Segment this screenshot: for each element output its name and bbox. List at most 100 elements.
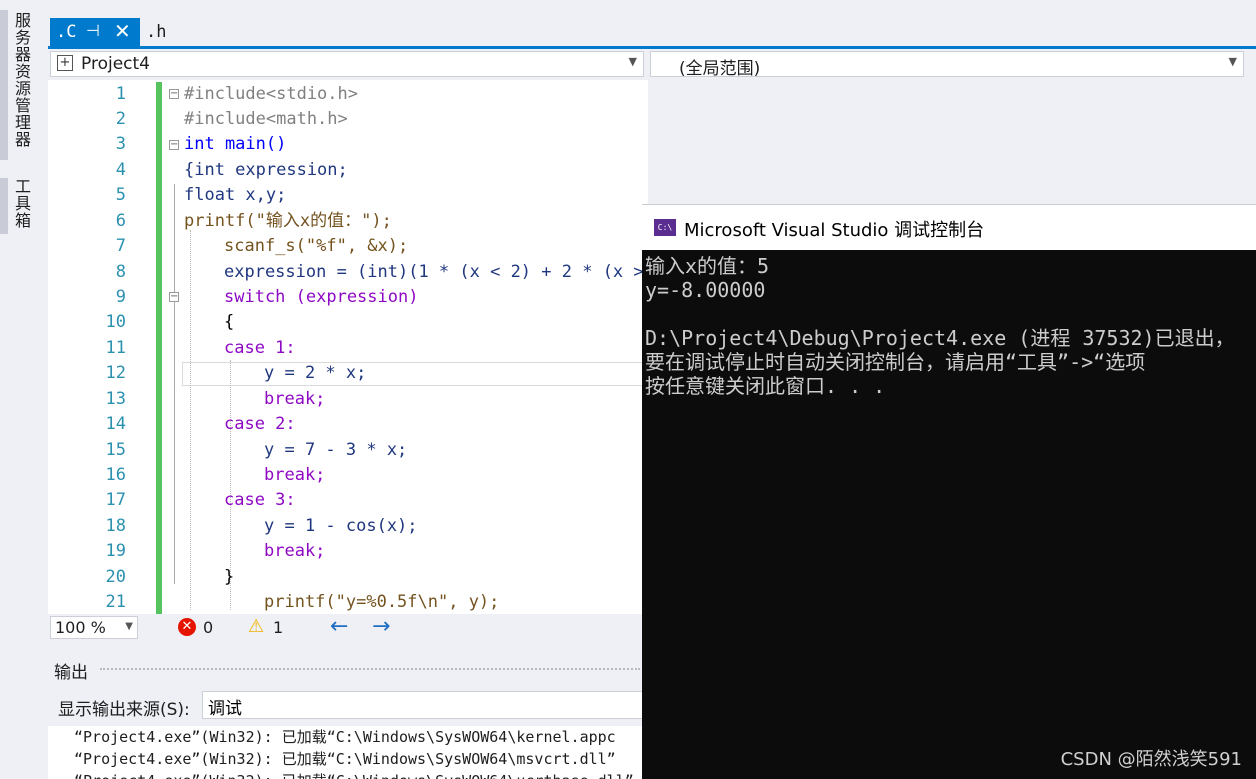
collapse-icon[interactable]: − xyxy=(169,140,179,150)
line-number: 12 xyxy=(105,363,126,383)
code-line: { xyxy=(224,312,235,332)
code-line: case 1: xyxy=(224,338,296,358)
line-number: 20 xyxy=(105,567,126,587)
tab-h-file[interactable]: .h xyxy=(146,22,166,42)
collapse-icon[interactable]: − xyxy=(169,292,179,302)
code-line: float x,y; xyxy=(184,185,287,205)
close-icon[interactable]: ✕ xyxy=(114,19,131,43)
line-number: 9 xyxy=(115,287,126,307)
left-dock: 服务器资源管理器 工具箱 xyxy=(0,0,46,779)
tab-c-file[interactable]: .C ⊣ ✕ xyxy=(50,18,140,46)
output-text-area[interactable]: “Project4.exe”(Win32): 已加载“C:\Windows\Sy… xyxy=(48,726,648,779)
arrow-right-icon[interactable]: → xyxy=(372,614,390,639)
line-number: 15 xyxy=(105,440,126,460)
code-line: break; xyxy=(264,541,326,561)
code-line: printf("输入x的值："); xyxy=(184,211,392,231)
editor-status-bar: 100 % ▼ ✕ 0 ⚠ 1 ← → xyxy=(48,614,648,642)
navigation-bar: + Project4 ▼ (全局范围) ▼ xyxy=(48,49,1256,80)
output-source-dropdown[interactable]: 调试 xyxy=(202,691,648,719)
console-title: Microsoft Visual Studio 调试控制台 xyxy=(684,220,985,241)
output-source-value: 调试 xyxy=(208,699,242,719)
console-icon: C:\ xyxy=(654,219,676,236)
output-title: 输出 xyxy=(54,663,88,683)
line-number: 10 xyxy=(105,312,126,332)
code-line: y = 2 * x; xyxy=(264,363,367,383)
line-number: 2 xyxy=(115,109,126,129)
tab-c-file-label: .C xyxy=(56,22,77,42)
collapse-icon[interactable]: − xyxy=(169,89,179,99)
code-line: printf("y=%0.5f\n", y); xyxy=(264,592,500,612)
console-line: D:\Project4\Debug\Project4.exe (进程 37532… xyxy=(645,326,1235,350)
project-dropdown-value: Project4 xyxy=(81,54,150,74)
code-editor[interactable]: − − − 1 2 3 4 5 6 7 8 9 10 11 12 13 14 1… xyxy=(48,80,648,614)
code-line: y = 1 - cos(x); xyxy=(264,516,418,536)
line-number: 1 xyxy=(115,84,126,104)
output-line: “Project4.exe”(Win32): 已加载“C:\Windows\Sy… xyxy=(74,770,634,779)
code-line: switch (expression) xyxy=(224,287,419,307)
code-line: #include<stdio.h> xyxy=(184,84,358,104)
arrow-left-icon[interactable]: ← xyxy=(330,614,348,639)
code-line: {int expression; xyxy=(184,160,348,180)
change-tracking-bar xyxy=(156,82,162,614)
line-number: 7 xyxy=(115,236,126,256)
line-number: 4 xyxy=(115,160,126,180)
chevron-down-icon: ▼ xyxy=(1228,55,1237,68)
zoom-dropdown[interactable]: 100 % ▼ xyxy=(50,616,138,639)
dock-tab-server-explorer[interactable]: 服务器资源管理器 xyxy=(10,12,32,148)
line-number: 18 xyxy=(105,516,126,536)
line-number: 6 xyxy=(115,211,126,231)
code-line: case 3: xyxy=(224,490,296,510)
line-number: 11 xyxy=(105,338,126,358)
console-line: 要在调试停止时自动关闭控制台，请启用“工具”->“选项 xyxy=(645,350,1146,374)
zoom-value: 100 % xyxy=(55,618,106,637)
console-line: 按任意键关闭此窗口. . . xyxy=(645,374,886,398)
warning-count[interactable]: 1 xyxy=(273,618,283,637)
dock-tab-bar-toolbox xyxy=(0,178,8,234)
code-line: #include<math.h> xyxy=(184,109,348,129)
scope-dropdown[interactable]: (全局范围) ▼ xyxy=(650,51,1244,79)
code-line: expression = (int)(1 * (x < 2) + 2 * (x … xyxy=(224,262,648,282)
document-tabs: .C ⊣ ✕ .h xyxy=(48,16,1256,46)
console-line: 输入x的值：5 xyxy=(645,254,770,278)
debug-console-window[interactable]: C:\ Microsoft Visual Studio 调试控制台 输入x的值：… xyxy=(642,204,1256,779)
indent-guide xyxy=(190,230,191,610)
line-number: 13 xyxy=(105,389,126,409)
error-count[interactable]: 0 xyxy=(203,618,213,637)
output-line: “Project4.exe”(Win32): 已加载“C:\Windows\Sy… xyxy=(74,728,616,746)
line-number: 17 xyxy=(105,490,126,510)
line-number: 5 xyxy=(115,185,126,205)
scope-dropdown-value: (全局范围) xyxy=(679,59,761,79)
console-title-bar[interactable]: C:\ Microsoft Visual Studio 调试控制台 xyxy=(642,204,1256,250)
chevron-down-icon: ▼ xyxy=(628,55,637,68)
warning-icon[interactable]: ⚠ xyxy=(248,616,264,637)
current-line-highlight xyxy=(182,362,648,386)
dock-tab-bar-server xyxy=(0,10,8,160)
line-number: 8 xyxy=(115,262,126,282)
line-number: 3 xyxy=(115,134,126,154)
code-line: break; xyxy=(264,389,326,409)
output-source-label: 显示输出来源(S): xyxy=(58,700,190,720)
line-number: 19 xyxy=(105,541,126,561)
line-number: 16 xyxy=(105,465,126,485)
console-line: y=-8.00000 xyxy=(645,278,766,302)
pin-icon[interactable]: ⊣ xyxy=(86,21,100,40)
output-line: “Project4.exe”(Win32): 已加载“C:\Windows\Sy… xyxy=(74,750,616,768)
code-line: scanf_s("%f", &x); xyxy=(224,236,409,256)
output-panel: 输出 显示输出来源(S): 调试 “Project4.exe”(Win32): … xyxy=(48,650,648,779)
error-icon[interactable]: ✕ xyxy=(178,618,196,636)
chevron-down-icon: ▼ xyxy=(125,621,133,632)
watermark: CSDN @陌然浅笑591 xyxy=(1060,749,1242,770)
outline-line xyxy=(174,184,175,584)
code-line: } xyxy=(224,567,235,587)
line-number: 21 xyxy=(105,592,126,612)
code-line: int main() xyxy=(184,134,287,154)
code-line: break; xyxy=(264,465,326,485)
console-body[interactable]: 输入x的值：5 y=-8.00000 D:\Project4\Debug\Pro… xyxy=(642,250,1256,779)
dock-tab-toolbox[interactable]: 工具箱 xyxy=(10,178,32,229)
line-number: 14 xyxy=(105,414,126,434)
code-line: case 2: xyxy=(224,414,296,434)
project-dropdown[interactable]: + Project4 ▼ xyxy=(50,51,644,77)
code-line: y = 7 - 3 * x; xyxy=(264,440,408,460)
panel-grip xyxy=(100,668,640,674)
project-icon: + xyxy=(57,55,73,71)
